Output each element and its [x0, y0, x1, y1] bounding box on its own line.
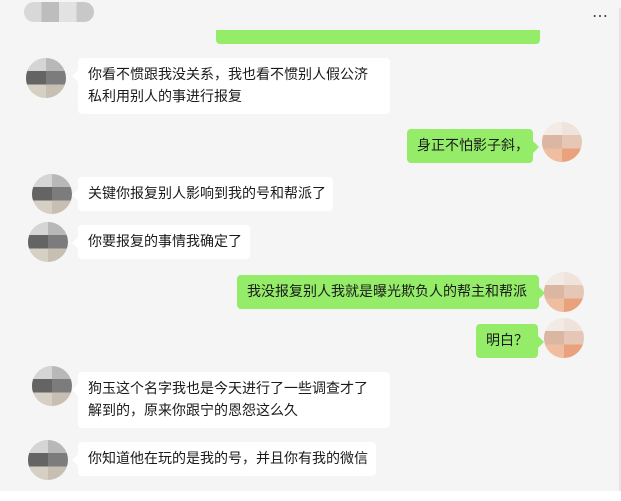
message-bubble-incoming[interactable]: 狗玉这个名字我也是今天进行了一些调查才了解到的，原来你跟宁的恩怨这么久 [72, 372, 390, 428]
self-avatar[interactable] [544, 318, 584, 358]
message-bubble-outgoing[interactable]: 我没报复别人我就是曝光欺负人的帮主和帮派 [237, 275, 545, 309]
chat-window: … 你看不惯跟我没关系，我也看不惯别人假公济私利用别人的事进行报复 身正不怕影子… [0, 0, 621, 501]
message-list[interactable]: 你看不惯跟我没关系，我也看不惯别人假公济私利用别人的事进行报复 身正不怕影子斜，… [0, 0, 621, 501]
message-bubble-incoming[interactable]: 你知道他在玩的是我的号，并且你有我的微信 [72, 442, 376, 476]
message-bubble-outgoing-partial [216, 30, 540, 44]
message-bubble-incoming[interactable]: 你看不惯跟我没关系，我也看不惯别人假公济私利用别人的事进行报复 [72, 58, 390, 114]
message-bubble-outgoing[interactable]: 身正不怕影子斜， [407, 129, 539, 163]
message-bubble-outgoing[interactable]: 明白？ [476, 324, 544, 358]
self-avatar[interactable] [544, 272, 584, 312]
self-avatar[interactable] [542, 122, 582, 162]
contact-avatar[interactable] [32, 174, 72, 214]
contact-avatar[interactable] [28, 440, 68, 480]
message-bubble-incoming[interactable]: 关键你报复别人影响到我的号和帮派了 [72, 177, 333, 211]
contact-avatar[interactable] [32, 366, 72, 406]
contact-avatar[interactable] [26, 58, 66, 98]
contact-avatar[interactable] [28, 222, 68, 262]
input-area-edge [0, 491, 621, 501]
message-bubble-incoming[interactable]: 你要报复的事情我确定了 [72, 225, 250, 259]
